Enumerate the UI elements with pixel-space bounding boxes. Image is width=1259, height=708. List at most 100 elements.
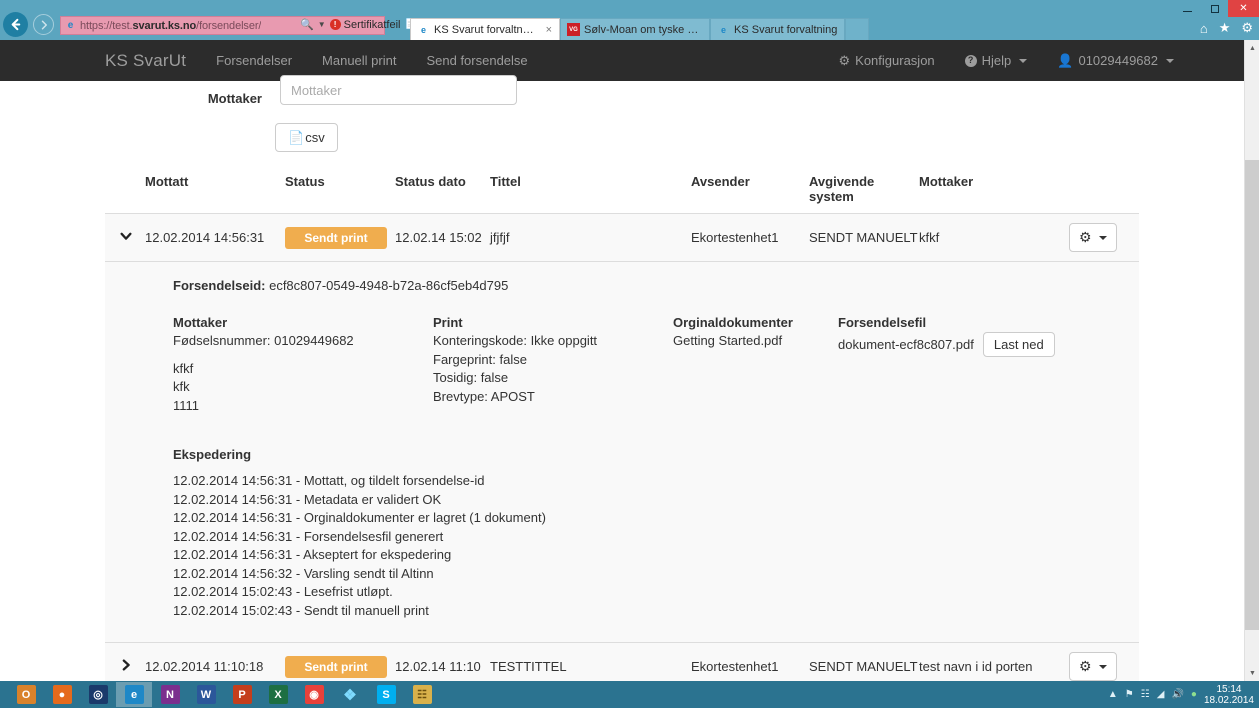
site-navbar: KS SvarUt Forsendelser Manuell print Sen… <box>0 40 1244 81</box>
header-tittel[interactable]: Tittel <box>490 174 691 189</box>
close-window-button[interactable]: ✕ <box>1228 0 1259 17</box>
network-icon[interactable]: ☷ <box>1141 689 1150 700</box>
maximize-restore-button[interactable] <box>1201 0 1228 17</box>
new-tab-button[interactable] <box>845 18 870 40</box>
taskbar-item-chrome[interactable]: ◉ <box>296 682 332 707</box>
detail-mottaker-line: Fødselsnummer: 01029449682 <box>173 333 354 348</box>
signal-icon[interactable]: ◢ <box>1157 689 1165 700</box>
nav-item-label: Konfigurasjon <box>855 53 935 68</box>
close-icon: ✕ <box>1239 2 1248 14</box>
scrollbar-thumb[interactable] <box>1245 160 1259 630</box>
header-avgivende-system[interactable]: Avgivende system <box>809 174 919 204</box>
detail-orginaldokument-file[interactable]: Getting Started.pdf <box>673 332 838 351</box>
certificate-error-indicator[interactable]: ! Sertifikatfeil <box>329 19 400 31</box>
scroll-down-button[interactable]: ▼ <box>1245 665 1259 681</box>
forsendelsefil-name: dokument-ecf8c807.pdf <box>838 337 974 352</box>
cell-actions: ⚙ <box>1069 223 1139 252</box>
table-row[interactable]: 12.02.2014 11:10:18 Sendt print 12.02.14… <box>105 643 1139 681</box>
cell-mottaker: kfkf <box>919 230 940 245</box>
chevron-down-icon <box>1166 58 1174 63</box>
row-actions-button[interactable]: ⚙ <box>1069 652 1117 681</box>
chrome-icon: ◉ <box>304 685 324 704</box>
header-status-dato[interactable]: Status dato <box>395 174 490 189</box>
dropbox-icon: ❖ <box>340 685 360 704</box>
taskbar-item-excel[interactable]: X <box>260 682 296 707</box>
detail-print-line: Konteringskode: Ikke oppgitt <box>433 333 598 348</box>
site-favicon: e <box>67 20 74 31</box>
expand-toggle[interactable] <box>105 658 145 675</box>
mottaker-input[interactable] <box>280 75 517 105</box>
detail-mottaker-line: kfkf <box>173 360 194 376</box>
browser-tab[interactable]: VG Sølv-Moan om tyske konkure... <box>560 18 710 40</box>
clock-time: 15:14 <box>1216 683 1242 695</box>
taskbar-item-powerpoint[interactable]: P <box>224 682 260 707</box>
header-mottaker[interactable]: Mottaker <box>919 174 1069 189</box>
flag-icon[interactable]: ⚑ <box>1125 689 1134 700</box>
home-icon[interactable]: ⌂ <box>1200 21 1208 36</box>
cell-actions: ⚙ <box>1069 652 1139 681</box>
ekspedering-heading: Ekspedering <box>173 447 252 462</box>
scroll-up-button[interactable]: ▲ <box>1245 40 1259 56</box>
ie-icon: e <box>124 685 144 704</box>
volume-icon[interactable]: 🔊 <box>1171 689 1183 700</box>
taskbar-item-onenote[interactable]: N <box>152 682 188 707</box>
browser-forward-button[interactable] <box>33 14 54 35</box>
web-page: KS SvarUt Forsendelser Manuell print Sen… <box>0 40 1244 681</box>
row-actions-button[interactable]: ⚙ <box>1069 223 1117 252</box>
header-avsender[interactable]: Avsender <box>691 174 809 189</box>
shield-icon[interactable]: ● <box>1191 689 1197 700</box>
download-button[interactable]: Last ned <box>982 332 1055 357</box>
taskbar-item-word[interactable]: W <box>188 682 224 707</box>
search-icon[interactable]: 🔍 <box>300 18 314 31</box>
tab-title: Sølv-Moan om tyske konkure... <box>584 23 702 36</box>
cell-avgivende-system: SENDT MANUELT <box>809 230 918 245</box>
gear-icon[interactable]: ⚙ <box>1241 20 1253 36</box>
detail-mottaker-heading: Mottaker <box>173 315 228 330</box>
taskbar-item-nav-app[interactable]: ◎ <box>80 682 116 707</box>
taskbar-item-skype[interactable]: S <box>368 682 404 707</box>
nav-item-hjelp[interactable]: ? Hjelp <box>950 40 1043 81</box>
windows-taskbar: O ● ◎ e N W P X ◉ ❖ S ☷ ▲ ⚑ ☷ ◢ 🔊 ● 15:1… <box>0 681 1259 708</box>
detail-mottaker-column: Mottaker Fødselsnummer: 01029449682 kfkf… <box>173 315 433 415</box>
dropdown-icon[interactable]: ▼ <box>318 20 326 29</box>
tab-title: KS Svarut forvaltning <box>734 23 838 36</box>
browser-tab[interactable]: e KS Svarut forvaltning × <box>410 18 560 40</box>
forsendelseid-row: Forsendelseid: ecf8c807-0549-4948-b72a-8… <box>173 278 1139 293</box>
taskbar-item-outlook[interactable]: O <box>8 682 44 707</box>
detail-print-heading: Print <box>433 315 463 330</box>
browser-back-button[interactable] <box>3 12 28 37</box>
detail-print-line: Brevtype: APOST <box>433 388 535 404</box>
gear-icon: ⚙ <box>1079 658 1092 674</box>
taskbar-item-dropbox[interactable]: ❖ <box>332 682 368 707</box>
clock-date: 18.02.2014 <box>1203 694 1254 706</box>
nav-item-konfigurasjon[interactable]: ⚙ Konfigurasjon <box>824 40 950 81</box>
taskbar-item-notes[interactable]: ☷ <box>404 682 440 707</box>
ekspedering-line: 12.02.2014 14:56:32 - Varsling sendt til… <box>173 565 434 581</box>
ekspedering-line: 12.02.2014 14:56:31 - Akseptert for eksp… <box>173 547 452 562</box>
chevron-up-icon[interactable]: ▲ <box>1108 689 1118 700</box>
skype-icon: S <box>376 685 396 704</box>
brand-logo[interactable]: KS SvarUt <box>90 51 201 71</box>
taskbar-item-internet-explorer[interactable]: e <box>116 682 152 707</box>
detail-mottaker-line: kfk <box>173 379 190 394</box>
forsendelseid-value: ecf8c807-0549-4948-b72a-86cf5eb4d795 <box>269 278 509 293</box>
star-icon[interactable]: ★ <box>1219 20 1231 36</box>
chevron-down-icon <box>1019 58 1028 63</box>
onenote-icon: N <box>160 685 180 704</box>
expand-toggle[interactable] <box>105 229 145 246</box>
cell-tittel: TESTTITTEL <box>490 659 567 674</box>
clock[interactable]: 15:14 18.02.2014 <box>1204 684 1254 706</box>
detail-forsendelsefil-heading: Forsendelsefil <box>838 315 927 330</box>
cell-avgivende-system: SENDT MANUELT <box>809 659 918 674</box>
csv-export-button[interactable]: 📄 csv <box>275 123 338 152</box>
browser-tab[interactable]: e KS Svarut forvaltning <box>710 18 846 40</box>
close-tab-icon[interactable]: × <box>546 24 552 36</box>
page-scrollbar[interactable]: ▲ ▼ <box>1244 40 1259 681</box>
taskbar-item-firefox[interactable]: ● <box>44 682 80 707</box>
forward-arrow-icon <box>41 20 47 29</box>
nav-item-user-menu[interactable]: 👤 01029449682 <box>1042 40 1189 81</box>
minimize-button[interactable] <box>1174 0 1201 17</box>
header-status[interactable]: Status <box>285 174 395 189</box>
table-row[interactable]: 12.02.2014 14:56:31 Sendt print 12.02.14… <box>105 214 1139 262</box>
header-mottatt[interactable]: Mottatt <box>145 174 285 189</box>
